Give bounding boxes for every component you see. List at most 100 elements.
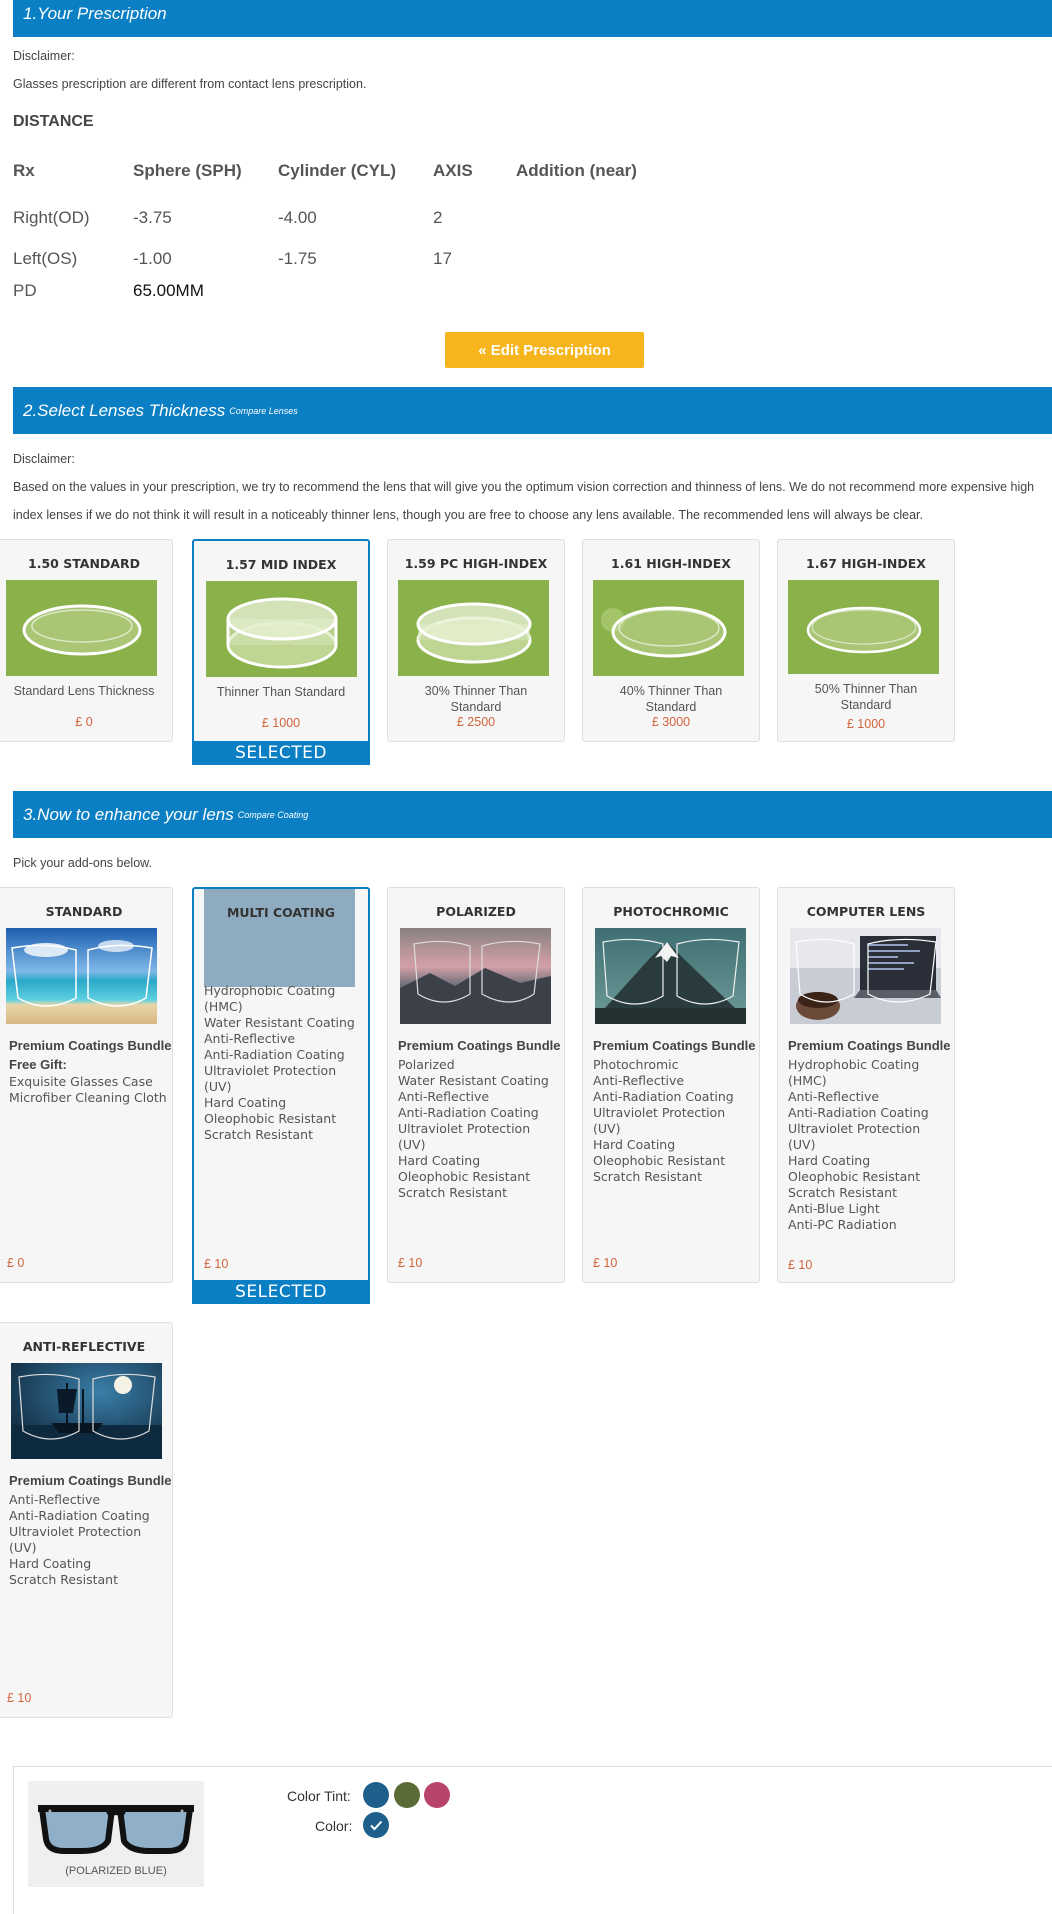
column-header-addition: Addition (near): [516, 161, 637, 180]
feature-item: Scratch Resistant: [788, 1185, 897, 1200]
color-swatch-selected[interactable]: [363, 1812, 389, 1838]
feature-item: Hard Coating: [9, 1556, 92, 1571]
lens-image: [398, 580, 549, 676]
lens-price: £ 0: [75, 715, 93, 729]
feature-item: Anti-Radiation Coating: [398, 1105, 539, 1120]
coating-title: POLARIZED: [436, 904, 516, 919]
column-header-rx: Rx: [13, 161, 35, 180]
section-title: 3.Now to enhance your lens: [23, 804, 234, 824]
feature-item: Anti-Reflective: [398, 1089, 490, 1104]
coating-feature-list: Exquisite Glasses Case Microfiber Cleani…: [9, 1074, 168, 1106]
section-prescription-header: 1.Your Prescription: [13, 0, 1052, 37]
free-gift-label: Free Gift:: [9, 1057, 67, 1072]
lens-title: 1.50 STANDARD: [28, 556, 140, 571]
selected-badge: SELECTED: [192, 1280, 370, 1304]
lens-card-161-high-index[interactable]: 1.61 HIGH-INDEX 40% Thinner Than Standar…: [582, 539, 760, 742]
tint-swatch-pink[interactable]: [424, 1782, 450, 1808]
feature-item: Polarized: [398, 1057, 455, 1072]
feature-item: Ultraviolet Protection (UV): [788, 1121, 921, 1152]
right-cylinder-value: -4.00: [278, 208, 317, 227]
feature-item: Photochromic: [593, 1057, 679, 1072]
glasses-preview: (POLARIZED BLUE): [28, 1781, 204, 1887]
coating-price: £ 10: [7, 1691, 32, 1705]
feature-item: Ultraviolet Protection (UV): [9, 1524, 142, 1555]
feature-item: Anti-Radiation Coating: [593, 1089, 734, 1104]
section-enhance-lens-header: 3.Now to enhance your lens Compare Coati…: [13, 791, 1052, 838]
section-title: 2.Select Lenses Thickness: [23, 400, 226, 420]
coating-card-anti-reflective[interactable]: ANTI-REFLECTIVE Premium Coatings Bundle …: [0, 1322, 173, 1718]
compare-coating-link[interactable]: Compare Coating: [238, 810, 309, 820]
lens-thick-icon: [206, 581, 357, 677]
coating-card-computer-lens[interactable]: COMPUTER LENS Premium Coatings Bundle Hy…: [777, 887, 955, 1283]
feature-item: Anti-Radiation Coating: [9, 1508, 150, 1523]
coating-feature-list: Anti-Reflective Anti-Radiation Coating U…: [9, 1492, 168, 1588]
feature-item: Oleophobic Resistant: [788, 1169, 921, 1184]
laptop-coffee-icon: [790, 928, 941, 1024]
coating-image: [790, 928, 941, 1024]
row-label-left: Left(OS): [13, 249, 78, 268]
pd-value: 65.00MM: [133, 281, 204, 300]
coating-feature-list: Hydrophobic Coating (HMC) Anti-Reflectiv…: [788, 1057, 950, 1233]
feature-item: Scratch Resistant: [9, 1572, 118, 1587]
lens-description: 40% Thinner Than Standard: [619, 684, 723, 714]
coating-title: STANDARD: [45, 904, 123, 919]
disclaimer-label: Disclaimer:: [13, 49, 75, 63]
lens-card-157-mid-index[interactable]: 1.57 MID INDEX Thinner Than Standard £ 1…: [192, 539, 370, 763]
coating-feature-list: Hydrophobic Coating (HMC) Water Resistan…: [204, 983, 364, 1143]
feature-item: Anti-PC Radiation: [788, 1217, 897, 1232]
distance-heading: DISTANCE: [13, 113, 94, 130]
tint-swatch-blue[interactable]: [363, 1782, 389, 1808]
lens-price: £ 1000: [261, 716, 301, 730]
left-sphere-value: -1.00: [133, 249, 172, 268]
lens-image: [593, 580, 744, 676]
coating-card-standard[interactable]: STANDARD Premium Coatings Bundle Free Gi…: [0, 887, 173, 1283]
feature-item: Hard Coating: [788, 1153, 871, 1168]
lens-description: 30% Thinner Than Standard: [424, 684, 528, 714]
coating-title: MULTI COATING: [226, 905, 336, 920]
lens-thin-icon: [593, 580, 744, 676]
lens-title: 1.61 HIGH-INDEX: [611, 556, 731, 571]
disclaimer-line-1: Based on the values in your prescription…: [13, 480, 1035, 494]
feature-item: Ultraviolet Protection (UV): [398, 1121, 531, 1152]
disclaimer-label: Disclaimer:: [13, 452, 75, 466]
pd-label: PD: [13, 281, 37, 300]
compare-lenses-link[interactable]: Compare Lenses: [229, 406, 298, 416]
preview-label: (POLARIZED BLUE): [65, 1865, 167, 1877]
feature-item: Hard Coating: [593, 1137, 676, 1152]
polarized-landscape-icon: [400, 928, 551, 1024]
coating-subtitle: Premium Coatings Bundle: [9, 1473, 172, 1488]
right-axis-value: 2: [433, 208, 443, 227]
coating-title: ANTI-REFLECTIVE: [22, 1339, 146, 1354]
disclaimer-text: Glasses prescription are different from …: [13, 77, 367, 91]
feature-item: Ultraviolet Protection (UV): [593, 1105, 726, 1136]
lens-medium-icon: [398, 580, 549, 676]
feature-item: Scratch Resistant: [398, 1185, 507, 1200]
coating-card-multi-coating[interactable]: MULTI COATING Hydrophobic Coating (HMC) …: [192, 887, 370, 1285]
lens-image: [206, 581, 357, 677]
lens-card-150-standard[interactable]: 1.50 STANDARD Standard Lens Thickness £ …: [0, 539, 173, 742]
feature-item: Oleophobic Resistant: [593, 1153, 726, 1168]
section-title: 1.Your Prescription: [23, 3, 167, 23]
feature-item: Exquisite Glasses Case: [9, 1074, 153, 1089]
edit-prescription-button[interactable]: « Edit Prescription: [445, 332, 644, 368]
mountain-glasses-icon: [595, 928, 746, 1024]
coating-subtitle: Premium Coatings Bundle: [398, 1038, 561, 1053]
lens-card-167-high-index[interactable]: 1.67 HIGH-INDEX 50% Thinner Than Standar…: [777, 539, 955, 742]
coating-image: [400, 928, 551, 1024]
row-label-right: Right(OD): [13, 208, 90, 227]
coating-subtitle: Premium Coatings Bundle: [9, 1038, 172, 1053]
feature-item: Anti-Blue Light: [788, 1201, 880, 1216]
right-sphere-value: -3.75: [133, 208, 172, 227]
lens-description: 50% Thinner Than Standard: [814, 682, 918, 712]
coating-card-polarized[interactable]: POLARIZED Premium Coatings Bundle Polari…: [387, 887, 565, 1283]
tint-swatch-green[interactable]: [394, 1782, 420, 1808]
coating-price: £ 10: [788, 1258, 813, 1272]
feature-item: Ultraviolet Protection (UV): [204, 1063, 337, 1094]
coating-feature-list: Polarized Water Resistant Coating Anti-R…: [398, 1057, 560, 1201]
coating-card-photochromic[interactable]: PHOTOCHROMIC Premium Coatings Bundle Pho…: [582, 887, 760, 1283]
coating-image: [595, 928, 746, 1024]
lens-card-159-pc-high-index[interactable]: 1.59 PC HIGH-INDEX 30% Thinner Than Stan…: [387, 539, 565, 742]
lens-price: £ 2500: [456, 715, 496, 729]
feature-item: Hydrophobic Coating (HMC): [204, 983, 336, 1014]
feature-item: Anti-Radiation Coating: [204, 1047, 345, 1062]
